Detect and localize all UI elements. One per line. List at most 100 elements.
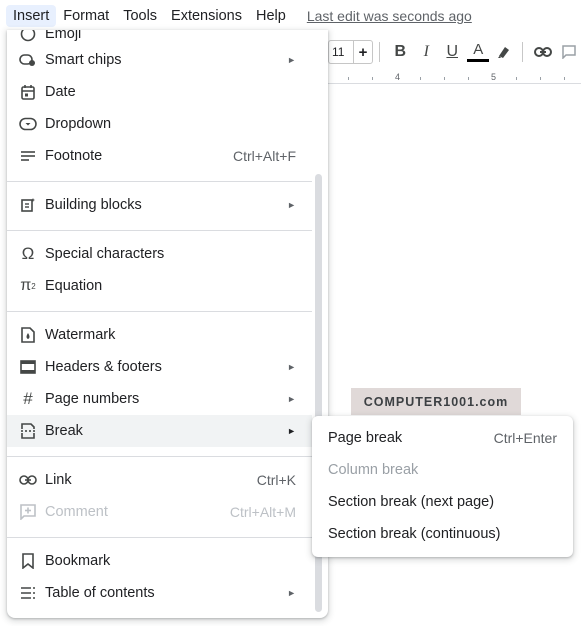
toolbar: 11 + B I U A: [328, 38, 581, 66]
menu-item-label: Headers & footers: [45, 359, 162, 375]
menu-divider: [7, 456, 312, 457]
building-blocks-icon: [19, 196, 37, 214]
submenu-item-page-break[interactable]: Page break Ctrl+Enter: [312, 422, 573, 454]
insert-menu: Emoji Smart chips ► Date Dropdown Footno…: [7, 30, 328, 618]
menu-item-footnote[interactable]: Footnote Ctrl+Alt+F: [7, 140, 312, 172]
text-color-icon: A: [473, 41, 484, 58]
dropdown-icon: [19, 115, 37, 133]
menu-item-label: Date: [45, 84, 76, 100]
submenu-arrow-icon: ►: [287, 55, 296, 65]
underline-icon: U: [446, 43, 458, 60]
watermark-icon: [19, 326, 37, 344]
emoji-icon: [19, 30, 37, 43]
horizontal-ruler: 4 5: [328, 70, 581, 84]
toolbar-divider: [379, 42, 381, 62]
highlight-color-button[interactable]: [492, 38, 516, 66]
bookmark-icon: [19, 552, 37, 570]
menu-item-label: Smart chips: [45, 52, 122, 68]
calendar-icon: [19, 83, 37, 101]
submenu-item-section-break-continuous[interactable]: Section break (continuous): [312, 518, 573, 550]
comment-icon: [562, 45, 576, 59]
text-color-button[interactable]: A: [466, 38, 490, 66]
ruler-mark: 5: [491, 72, 497, 82]
ruler-tick: [348, 77, 349, 80]
italic-button[interactable]: I: [414, 38, 438, 66]
submenu-arrow-icon: ►: [287, 588, 296, 598]
menu-divider: [7, 181, 312, 182]
menu-item-label: Footnote: [45, 148, 103, 164]
font-size-input[interactable]: 11: [328, 40, 353, 64]
ruler-tick: [540, 77, 541, 80]
omega-icon: Ω: [21, 244, 35, 263]
link-icon: [534, 47, 553, 57]
ruler-tick: [516, 77, 517, 80]
ruler-tick: [444, 77, 445, 80]
menu-item-table-of-contents[interactable]: Table of contents ►: [7, 577, 312, 609]
menu-item-building-blocks[interactable]: Building blocks ►: [7, 189, 312, 221]
ruler-mark: 4: [395, 72, 401, 82]
menu-item-special-characters[interactable]: Ω Special characters: [7, 238, 312, 270]
menu-item-equation[interactable]: π2 Equation: [7, 270, 312, 302]
menu-item-label: Building blocks: [45, 197, 142, 213]
menu-item-label: Dropdown: [45, 116, 112, 132]
last-edit-link[interactable]: Last edit was seconds ago: [307, 8, 472, 24]
bold-button[interactable]: B: [388, 38, 412, 66]
menu-item-bookmark[interactable]: Bookmark: [7, 545, 312, 577]
toolbar-divider: [522, 42, 524, 62]
submenu-arrow-icon: ►: [287, 362, 296, 372]
menu-item-label: Watermark: [45, 327, 116, 343]
menu-item-shortcut: Ctrl+K: [256, 472, 296, 488]
ruler-tick: [564, 77, 565, 80]
menu-extensions[interactable]: Extensions: [164, 5, 249, 27]
menu-help[interactable]: Help: [249, 5, 293, 27]
submenu-item-label: Page break: [328, 430, 403, 446]
menu-item-link[interactable]: Link Ctrl+K: [7, 464, 312, 496]
page-break-icon: [19, 422, 37, 440]
table-of-contents-icon: [19, 584, 37, 602]
menu-item-shortcut: Ctrl+Alt+M: [229, 504, 296, 520]
menu-item-label: Emoji: [45, 30, 82, 42]
add-comment-button[interactable]: [557, 38, 581, 66]
menu-item-headers-footers[interactable]: Headers & footers ►: [7, 351, 312, 383]
ruler-tick: [420, 77, 421, 80]
menu-item-watermark[interactable]: Watermark: [7, 319, 312, 351]
submenu-item-shortcut: Ctrl+Enter: [493, 430, 557, 446]
menu-item-label: Bookmark: [45, 553, 111, 569]
menu-item-break[interactable]: Break ►: [7, 415, 312, 447]
menu-divider: [7, 311, 312, 312]
insert-link-button[interactable]: [531, 38, 555, 66]
menu-item-label: Equation: [45, 278, 103, 294]
menu-bar: Insert Format Tools Extensions Help Last…: [0, 0, 581, 32]
menu-insert[interactable]: Insert: [6, 5, 57, 27]
menu-item-label: Break: [45, 423, 83, 439]
italic-icon: I: [423, 43, 429, 60]
ruler-tick: [468, 77, 469, 80]
hash-icon: #: [23, 389, 33, 408]
menu-tools[interactable]: Tools: [116, 5, 164, 27]
underline-button[interactable]: U: [440, 38, 464, 66]
submenu-item-section-break-next-page[interactable]: Section break (next page): [312, 486, 573, 518]
submenu-arrow-icon: ►: [287, 200, 296, 210]
submenu-arrow-icon: ►: [287, 394, 296, 404]
ruler-tick: [372, 77, 373, 80]
link-icon: [19, 471, 37, 489]
text-color-swatch: [467, 59, 490, 62]
menu-item-comment[interactable]: Comment Ctrl+Alt+M: [7, 496, 312, 528]
footnote-icon: [19, 147, 37, 165]
pi-squared-icon: π2: [20, 277, 36, 294]
menu-item-date[interactable]: Date: [7, 76, 312, 108]
highlighter-icon: [498, 47, 510, 58]
menu-format[interactable]: Format: [56, 5, 116, 27]
menu-divider: [7, 537, 312, 538]
smart-chips-icon: [19, 51, 37, 69]
menu-divider: [7, 230, 312, 231]
menu-item-page-numbers[interactable]: # Page numbers ►: [7, 383, 312, 415]
increase-font-size-button[interactable]: +: [352, 40, 374, 64]
submenu-item-column-break[interactable]: Column break: [312, 454, 573, 486]
menu-item-label: Table of contents: [45, 585, 155, 601]
menu-item-smart-chips[interactable]: Smart chips ►: [7, 44, 312, 76]
submenu-item-label: Section break (next page): [328, 494, 495, 510]
submenu-arrow-icon: ►: [287, 426, 296, 436]
menu-item-dropdown[interactable]: Dropdown: [7, 108, 312, 140]
menu-item-label: Comment: [45, 504, 108, 520]
